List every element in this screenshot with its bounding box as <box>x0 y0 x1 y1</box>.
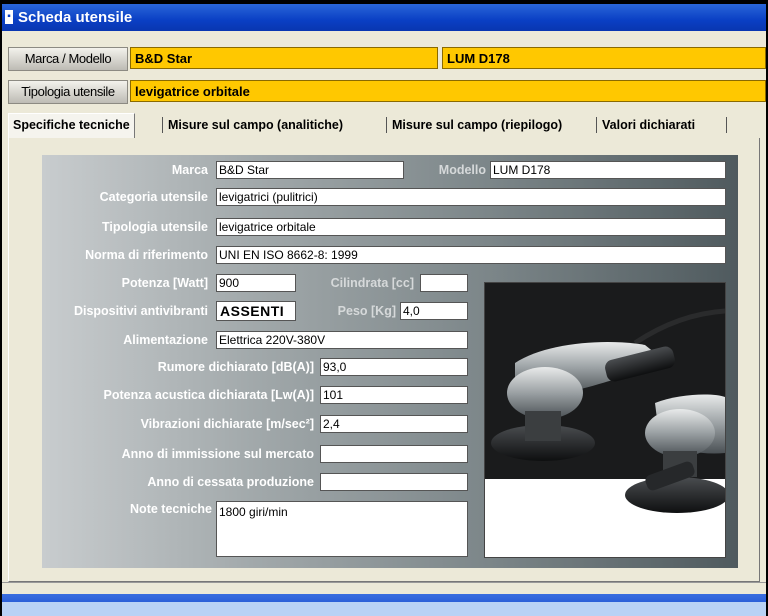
dispositivi-label: Dispositivi antivibranti <box>73 304 208 318</box>
potenza-acustica-input[interactable]: 101 <box>320 386 468 404</box>
alimentazione-label: Alimentazione <box>123 333 208 347</box>
sander-image <box>485 283 725 557</box>
tab-valori-dichiarati[interactable]: Valori dichiarati <box>602 114 695 136</box>
modello-label: Modello <box>438 163 486 177</box>
tipologia-label: Tipologia utensile <box>8 80 128 104</box>
tipologia-utensile-label: Tipologia utensile <box>101 220 208 234</box>
norma-input[interactable]: UNI EN ISO 8662-8: 1999 <box>216 246 726 264</box>
peso-label: Peso [Kg] <box>337 304 396 318</box>
dispositivi-value[interactable]: ASSENTI <box>216 301 296 321</box>
vibrazioni-input[interactable]: 2,4 <box>320 415 468 433</box>
note-textarea[interactable]: 1800 giri/min <box>216 501 468 557</box>
rumore-input[interactable]: 93,0 <box>320 358 468 376</box>
potenza-label: Potenza [Watt] <box>121 276 208 290</box>
tab-separator <box>386 117 387 133</box>
tab-specifiche-tecniche[interactable]: Specifiche tecniche <box>8 113 135 138</box>
categoria-input[interactable]: levigatrici (pulitrici) <box>216 188 726 206</box>
categoria-label: Categoria utensile <box>99 190 208 204</box>
window-title: Scheda utensile <box>18 9 133 26</box>
header-modello-field: LUM D178 <box>442 47 766 69</box>
rumore-label: Rumore dichiarato [dB(A)] <box>157 360 314 374</box>
tab-misure-analitiche[interactable]: Misure sul campo (analitiche) <box>168 114 343 136</box>
alimentazione-input[interactable]: Elettrica 220V-380V <box>216 331 468 349</box>
tab-separator <box>596 117 597 133</box>
vibrazioni-label: Vibrazioni dichiarate [m/sec²] <box>140 417 314 431</box>
modello-input[interactable]: LUM D178 <box>490 161 726 179</box>
anno-immissione-label: Anno di immissione sul mercato <box>121 447 314 461</box>
tool-card-window: ▪ Scheda utensile Marca / Modello B&D St… <box>2 4 766 616</box>
potenza-acustica-label: Potenza acustica dichiarata [Lw(A)] <box>103 388 314 402</box>
marca-input[interactable]: B&D Star <box>216 161 404 179</box>
marca-label: Marca <box>171 163 208 177</box>
norma-label: Norma di riferimento <box>85 248 208 262</box>
anno-cessata-label: Anno di cessata produzione <box>147 475 314 489</box>
taskbar-strip <box>2 602 766 616</box>
footer-bar <box>2 582 766 593</box>
cilindrata-input[interactable] <box>420 274 468 292</box>
tab-misure-riepilogo[interactable]: Misure sul campo (riepilogo) <box>392 114 562 136</box>
anno-immissione-input[interactable] <box>320 445 468 463</box>
tipologia-input[interactable]: levigatrice orbitale <box>216 218 726 236</box>
potenza-input[interactable]: 900 <box>216 274 296 292</box>
header-tipologia-field: levigatrice orbitale <box>130 80 766 102</box>
note-label: Note tecniche <box>130 502 212 516</box>
title-bar[interactable]: ▪ Scheda utensile <box>2 4 766 31</box>
cilindrata-label: Cilindrata [cc] <box>330 276 414 290</box>
peso-input[interactable]: 4,0 <box>400 302 468 320</box>
tab-separator <box>726 117 727 133</box>
anno-cessata-input[interactable] <box>320 473 468 491</box>
tab-separator <box>162 117 163 133</box>
orbital-sander-photo <box>484 282 726 558</box>
app-icon[interactable]: ▪ <box>5 10 13 24</box>
marca-modello-label: Marca / Modello <box>8 47 128 71</box>
header-marca-field: B&D Star <box>130 47 438 69</box>
